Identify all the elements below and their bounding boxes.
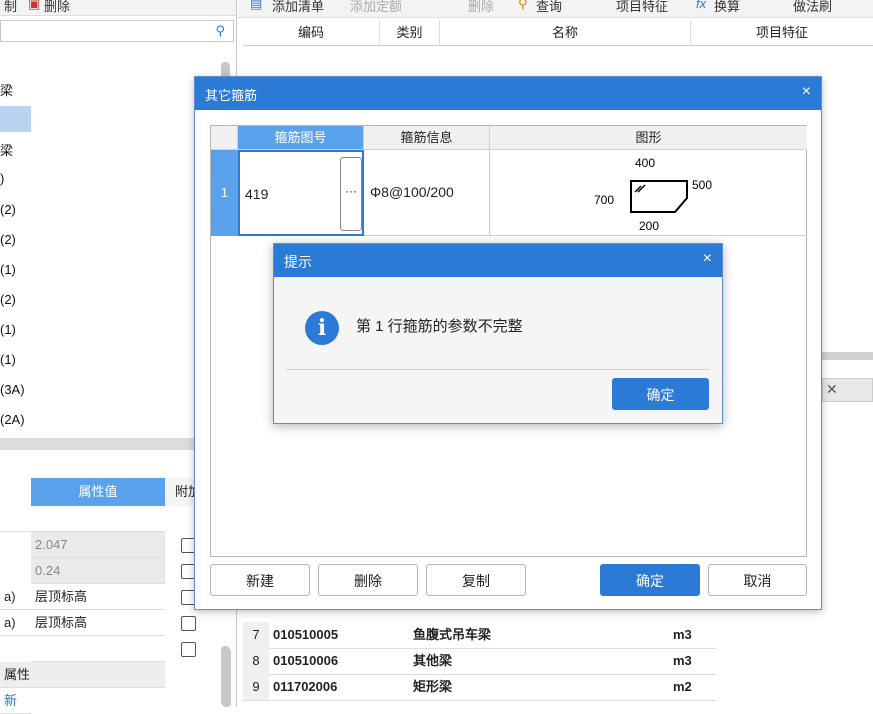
add-list-button[interactable]: 添加清单 (272, 0, 324, 15)
table-row[interactable]: 9 011702006 矩形梁 m2 (243, 674, 716, 701)
extra-checkbox[interactable] (181, 616, 196, 631)
search-input[interactable]: ⚲ (0, 20, 234, 42)
stirrup-code-cell[interactable]: 419 ··· (238, 150, 364, 236)
stirrup-info-cell[interactable]: Φ8@100/200 (364, 150, 490, 236)
shape-label-top: 400 (635, 156, 655, 170)
row-number[interactable]: 1 (211, 150, 238, 236)
shape-label-bottom: 200 (639, 219, 659, 233)
delete-tool[interactable]: 删除 (44, 0, 70, 15)
right-tab[interactable]: ✕ (822, 378, 873, 402)
copy-button[interactable]: 复制 (426, 564, 526, 596)
cancel-button[interactable]: 取消 (708, 564, 807, 596)
tree-item[interactable]: (3A) (0, 382, 25, 397)
add-quota-button[interactable]: 添加定额 (350, 0, 402, 15)
prop-value[interactable]: 层顶标高 (31, 584, 165, 610)
dialog-titlebar: 其它箍筋 × (195, 77, 821, 110)
shape-label-left: 700 (594, 193, 614, 207)
prop-value[interactable] (31, 636, 165, 662)
grid-header: 编码 类别 名称 项目特征 (243, 20, 873, 46)
ok-button[interactable]: 确定 (600, 564, 700, 596)
right-toolbar: ▤ 添加清单 添加定额 删除 ⚲ 查询 项目特征 fx 换算 做法刷 (238, 0, 873, 18)
tree-item[interactable]: (2) (0, 202, 16, 217)
prop-value[interactable]: 0.24 (31, 558, 165, 584)
tree-item[interactable]: (2A) (0, 412, 25, 427)
close-icon[interactable]: × (802, 83, 811, 101)
list-scrollbar[interactable] (222, 648, 231, 707)
tree-item[interactable]: 梁 (0, 140, 13, 159)
new-button[interactable]: 新建 (210, 564, 310, 596)
tree-item[interactable]: ) (0, 171, 4, 186)
message-titlebar: 提示 × (274, 244, 722, 277)
stirrup-code-value: 419 (245, 186, 269, 202)
tree-item[interactable]: (1) (0, 322, 16, 337)
col-stirrup-info[interactable]: 箍筋信息 (364, 126, 490, 150)
stirrup-info-value: Φ8@100/200 (370, 184, 454, 200)
message-box: 提示 × i 第 1 行箍筋的参数不完整 确定 (273, 243, 723, 424)
close-icon[interactable]: × (703, 250, 712, 268)
divider (286, 369, 710, 370)
corner-cell (211, 126, 238, 150)
info-icon: i (305, 311, 339, 345)
tree-item[interactable]: (1) (0, 352, 16, 367)
prop-name[interactable]: 新 (0, 688, 31, 714)
tree-item[interactable]: 梁 (0, 80, 13, 99)
col-type[interactable]: 类别 (380, 20, 440, 46)
col-code[interactable]: 编码 (243, 20, 380, 46)
delete-button[interactable]: 删除 (318, 564, 418, 596)
prop-name: a) (0, 610, 31, 636)
prop-name: a) (0, 584, 31, 610)
col-name[interactable]: 名称 (440, 20, 691, 46)
fx-icon[interactable]: fx (696, 0, 706, 11)
tree-item[interactable]: (1) (0, 262, 16, 277)
tree-selection (0, 106, 31, 132)
close-icon[interactable]: ✕ (826, 381, 838, 398)
prop-row-empty (0, 506, 165, 532)
column-header-value: 属性值 (31, 478, 165, 506)
feature-button[interactable]: 项目特征 (616, 0, 668, 15)
message-title: 提示 (284, 254, 312, 270)
col-shape[interactable]: 图形 (490, 126, 807, 150)
brush-button[interactable]: 做法刷 (793, 0, 832, 15)
left-toolbar: 制 ▣ 删除 (0, 0, 236, 16)
stirrup-shape-diagram: 400 700 500 200 (594, 156, 712, 233)
col-feature[interactable]: 项目特征 (691, 20, 873, 46)
copy-tool[interactable]: 制 (4, 0, 17, 15)
table-row[interactable]: 7 010510005 鱼腹式吊车梁 m3 (243, 622, 716, 649)
message-text: 第 1 行箍筋的参数不完整 (356, 318, 523, 335)
right-splitter[interactable] (820, 352, 873, 360)
tree-item[interactable]: (2) (0, 292, 16, 307)
dialog-title: 其它箍筋 (205, 88, 258, 103)
delete-icon[interactable]: ▣ (28, 0, 40, 12)
query-button[interactable]: 查询 (536, 0, 562, 15)
add-list-icon[interactable]: ▤ (250, 0, 262, 12)
prop-value[interactable]: 层顶标高 (31, 610, 165, 636)
col-stirrup-code[interactable]: 箍筋图号 (238, 126, 364, 150)
extra-checkbox[interactable] (181, 642, 196, 657)
tree-item[interactable]: (2) (0, 232, 16, 247)
shape-cell[interactable]: 400 700 500 200 (490, 150, 807, 236)
delete-button[interactable]: 删除 (468, 0, 494, 15)
query-icon[interactable]: ⚲ (518, 0, 528, 12)
convert-button[interactable]: 换算 (714, 0, 740, 15)
ellipsis-button[interactable]: ··· (340, 157, 362, 231)
table-row[interactable]: 8 010510006 其他梁 m3 (243, 648, 716, 675)
search-icon[interactable]: ⚲ (215, 23, 225, 39)
prop-group[interactable]: 属性 (0, 662, 165, 688)
message-ok-button[interactable]: 确定 (612, 378, 709, 410)
shape-label-right: 500 (692, 178, 712, 192)
prop-value[interactable]: 2.047 (31, 532, 165, 558)
